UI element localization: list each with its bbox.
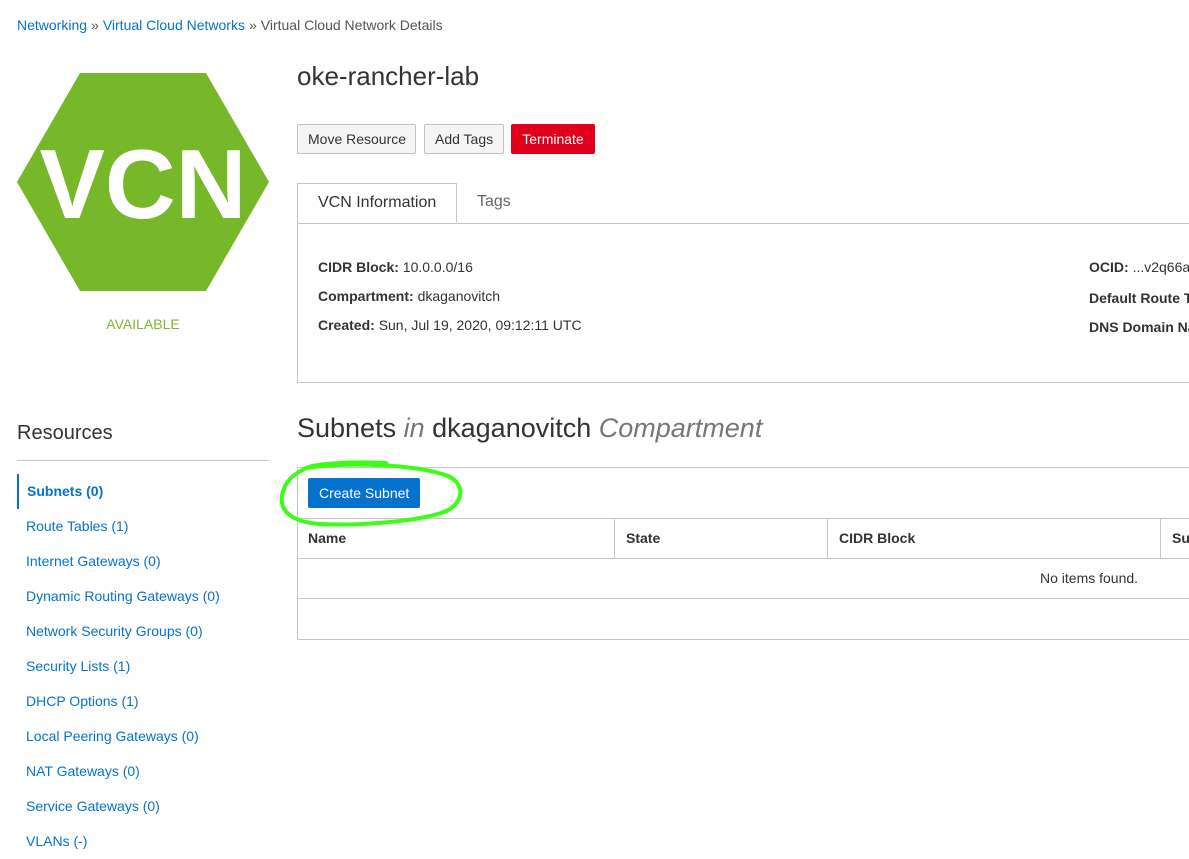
subnets-title-suffix: Compartment <box>598 413 763 443</box>
breadcrumb-separator: » <box>91 17 99 33</box>
ocid-label: OCID: <box>1089 259 1129 275</box>
vcn-badge-text: VCN <box>40 129 247 239</box>
subnets-section-title: Subnets in dkaganovitch Compartment <box>297 413 762 444</box>
ocid-value: ...v2q66a <box>1132 259 1189 275</box>
breadcrumb-virtual-cloud-networks[interactable]: Virtual Cloud Networks <box>103 17 245 33</box>
breadcrumb: Networking» Virtual Cloud Networks» Virtua… <box>17 17 443 33</box>
sidebar-item-vlans[interactable]: VLANs (-) <box>17 824 269 859</box>
subnets-title-compartment: dkaganovitch <box>432 413 592 443</box>
breadcrumb-current: Virtual Cloud Network Details <box>260 17 443 33</box>
breadcrumb-networking[interactable]: Networking <box>17 17 87 33</box>
subnets-title-main: Subnets <box>297 413 397 443</box>
tab-bar: VCN Information Tags <box>297 183 1189 224</box>
compartment-field: Compartment: dkaganovitch <box>318 288 500 304</box>
tab-tags[interactable]: Tags <box>457 183 531 223</box>
tab-vcn-information[interactable]: VCN Information <box>297 183 457 223</box>
column-header-state[interactable]: State <box>614 519 827 558</box>
sidebar-item-internet-gateways[interactable]: Internet Gateways (0) <box>17 544 269 579</box>
resources-list: Subnets (0) Route Tables (1) Internet Ga… <box>17 474 269 859</box>
sidebar-item-local-peering-gateways[interactable]: Local Peering Gateways (0) <box>17 719 269 754</box>
subnets-title-in: in <box>403 413 425 443</box>
highlight-annotation-icon <box>276 460 466 532</box>
sidebar-item-dynamic-routing-gateways[interactable]: Dynamic Routing Gateways (0) <box>17 579 269 614</box>
terminate-button[interactable]: Terminate <box>511 124 595 154</box>
column-header-subnet-access[interactable]: Su <box>1160 519 1189 558</box>
add-tags-button[interactable]: Add Tags <box>424 124 504 154</box>
default-route-field: Default Route T <box>1089 290 1189 306</box>
table-empty-row: No items found. <box>297 558 1189 599</box>
sidebar-item-nat-gateways[interactable]: NAT Gateways (0) <box>17 754 269 789</box>
resources-heading: Resources <box>17 422 113 444</box>
page-title: oke-rancher-lab <box>297 61 480 91</box>
created-value: Sun, Jul 19, 2020, 09:12:11 UTC <box>378 317 582 333</box>
divider <box>17 460 269 461</box>
vcn-information-panel: CIDR Block: 10.0.0.0/16 Compartment: dka… <box>297 222 1189 383</box>
created-label: Created: <box>318 317 375 333</box>
cidr-block-value: 10.0.0.0/16 <box>402 259 473 275</box>
sidebar-item-network-security-groups[interactable]: Network Security Groups (0) <box>17 614 269 649</box>
created-field: Created: Sun, Jul 19, 2020, 09:12:11 UTC <box>318 317 582 333</box>
dns-domain-label: DNS Domain Na <box>1089 319 1189 335</box>
status-badge: AVAILABLE <box>106 316 180 332</box>
empty-state-text: No items found. <box>1040 570 1139 586</box>
sidebar-item-security-lists[interactable]: Security Lists (1) <box>17 649 269 684</box>
cidr-block-field: CIDR Block: 10.0.0.0/16 <box>318 259 473 275</box>
column-header-cidr-block[interactable]: CIDR Block <box>827 519 1160 558</box>
compartment-value[interactable]: dkaganovitch <box>418 288 501 304</box>
move-resource-button[interactable]: Move Resource <box>297 124 416 154</box>
sidebar-item-route-tables[interactable]: Route Tables (1) <box>17 509 269 544</box>
cidr-block-label: CIDR Block: <box>318 259 399 275</box>
sidebar-item-dhcp-options[interactable]: DHCP Options (1) <box>17 684 269 719</box>
sidebar-item-subnets[interactable]: Subnets (0) <box>17 474 269 509</box>
ocid-field: OCID: ...v2q66a <box>1089 259 1189 275</box>
sidebar-item-service-gateways[interactable]: Service Gateways (0) <box>17 789 269 824</box>
breadcrumb-separator: » <box>248 17 257 33</box>
default-route-label: Default Route T <box>1089 290 1189 306</box>
vcn-hexagon-icon: VCN <box>17 73 269 291</box>
dns-domain-field: DNS Domain Na <box>1089 319 1189 335</box>
compartment-label: Compartment: <box>318 288 414 304</box>
